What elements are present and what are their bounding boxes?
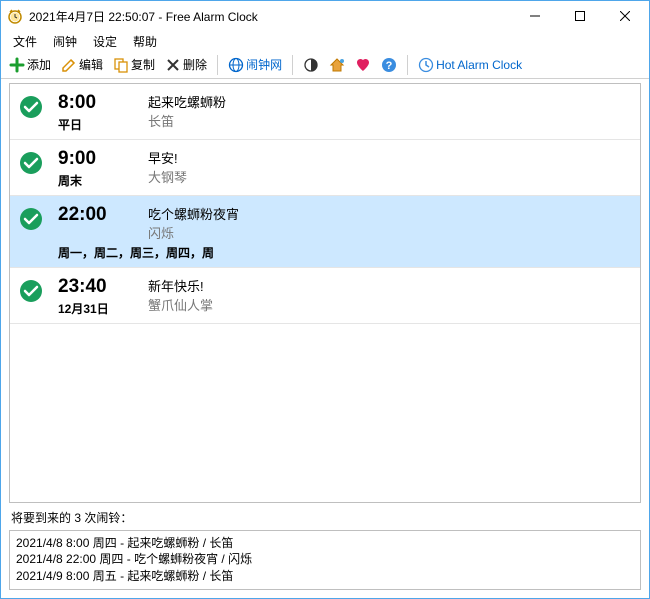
add-label: 添加 xyxy=(27,56,51,73)
alarm-desc: 起来吃螺蛳粉 xyxy=(148,92,630,111)
copy-button[interactable]: 复制 xyxy=(109,54,159,75)
alarm-sound: 蟹爪仙人掌 xyxy=(148,295,630,314)
check-icon xyxy=(20,280,42,302)
x-icon xyxy=(165,57,181,73)
alarm-list[interactable]: 8:00平日起来吃螺蛳粉长笛9:00周末早安!大钢琴22:00吃个螺蛳粉夜宵闪烁… xyxy=(9,83,641,503)
upcoming-item: 2021/4/8 8:00 周四 - 起来吃螺蛳粉 / 长笛 xyxy=(16,535,634,552)
alarm-row[interactable]: 8:00 平日起来吃螺蛳粉长笛 xyxy=(10,84,640,140)
titlebar: 2021年4月7日 22:50:07 - Free Alarm Clock xyxy=(1,1,649,31)
plus-icon xyxy=(9,57,25,73)
contrast-button[interactable] xyxy=(299,55,323,75)
maximize-button[interactable] xyxy=(557,2,602,31)
alarm-desc: 吃个螺蛳粉夜宵 xyxy=(148,204,630,223)
add-button[interactable]: 添加 xyxy=(5,54,55,75)
check-icon xyxy=(20,152,42,174)
separator xyxy=(407,55,408,75)
alarm-row[interactable]: 23:40 12月31日新年快乐!蟹爪仙人掌 xyxy=(10,268,640,324)
toolbar: 添加 编辑 复制 删除 闹钟网 ? xyxy=(1,51,649,79)
check-icon xyxy=(20,208,42,230)
clock-icon xyxy=(418,57,434,73)
minimize-button[interactable] xyxy=(512,2,557,31)
hotalarm-label: Hot Alarm Clock xyxy=(436,58,522,72)
app-window: 2021年4月7日 22:50:07 - Free Alarm Clock 文件… xyxy=(0,0,650,599)
menu-alarm[interactable]: 闹钟 xyxy=(45,31,85,52)
heart-icon xyxy=(355,57,371,73)
alarm-days: 12月31日 xyxy=(58,300,148,317)
delete-label: 删除 xyxy=(183,56,207,73)
menu-help[interactable]: 帮助 xyxy=(125,31,165,52)
upcoming-box: 2021/4/8 8:00 周四 - 起来吃螺蛳粉 / 长笛2021/4/8 2… xyxy=(9,530,641,590)
pencil-icon xyxy=(61,57,77,73)
alarm-time: 8:00 xyxy=(58,92,148,114)
hotalarm-button[interactable]: Hot Alarm Clock xyxy=(414,55,526,75)
globe-icon xyxy=(228,57,244,73)
menu-settings[interactable]: 设定 xyxy=(85,31,125,52)
separator xyxy=(292,55,293,75)
alarm-sound: 大钢琴 xyxy=(148,167,630,186)
alarm-days: 平日 xyxy=(58,116,148,133)
alarm-row[interactable]: 9:00 周末早安!大钢琴 xyxy=(10,140,640,196)
alarm-days: 周末 xyxy=(58,172,148,189)
copy-label: 复制 xyxy=(131,56,155,73)
question-icon: ? xyxy=(381,57,397,73)
alarm-row[interactable]: 22:00吃个螺蛳粉夜宵闪烁周一，周二，周三，周四，周 xyxy=(10,196,640,268)
home-button[interactable] xyxy=(325,55,349,75)
menubar: 文件 闹钟 设定 帮助 xyxy=(1,31,649,51)
copy-icon xyxy=(113,57,129,73)
website-label: 闹钟网 xyxy=(246,56,282,73)
menu-file[interactable]: 文件 xyxy=(5,31,45,52)
edit-button[interactable]: 编辑 xyxy=(57,54,107,75)
alarm-time: 9:00 xyxy=(58,148,148,170)
svg-text:?: ? xyxy=(386,60,393,72)
alarm-time: 22:00 xyxy=(58,204,148,226)
edit-label: 编辑 xyxy=(79,56,103,73)
window-controls xyxy=(512,2,647,31)
heart-button[interactable] xyxy=(351,55,375,75)
upcoming-item: 2021/4/8 22:00 周四 - 吃个螺蛳粉夜宵 / 闪烁 xyxy=(16,551,634,568)
alarm-days: 周一，周二，周三，周四，周 xyxy=(58,244,630,261)
upcoming-label: 将要到来的 3 次闹铃： xyxy=(1,507,649,528)
alarm-desc: 新年快乐! xyxy=(148,276,630,295)
alarm-desc: 早安! xyxy=(148,148,630,167)
separator xyxy=(217,55,218,75)
window-title: 2021年4月7日 22:50:07 - Free Alarm Clock xyxy=(29,8,512,25)
alarm-sound: 闪烁 xyxy=(148,223,630,242)
alarm-sound: 长笛 xyxy=(148,111,630,130)
home-icon xyxy=(329,57,345,73)
website-button[interactable]: 闹钟网 xyxy=(224,54,286,75)
app-icon xyxy=(7,8,23,24)
contrast-icon xyxy=(303,57,319,73)
delete-button[interactable]: 删除 xyxy=(161,54,211,75)
close-button[interactable] xyxy=(602,2,647,31)
alarm-time: 23:40 xyxy=(58,276,148,298)
upcoming-item: 2021/4/9 8:00 周五 - 起来吃螺蛳粉 / 长笛 xyxy=(16,568,634,585)
help-button[interactable]: ? xyxy=(377,55,401,75)
check-icon xyxy=(20,96,42,118)
